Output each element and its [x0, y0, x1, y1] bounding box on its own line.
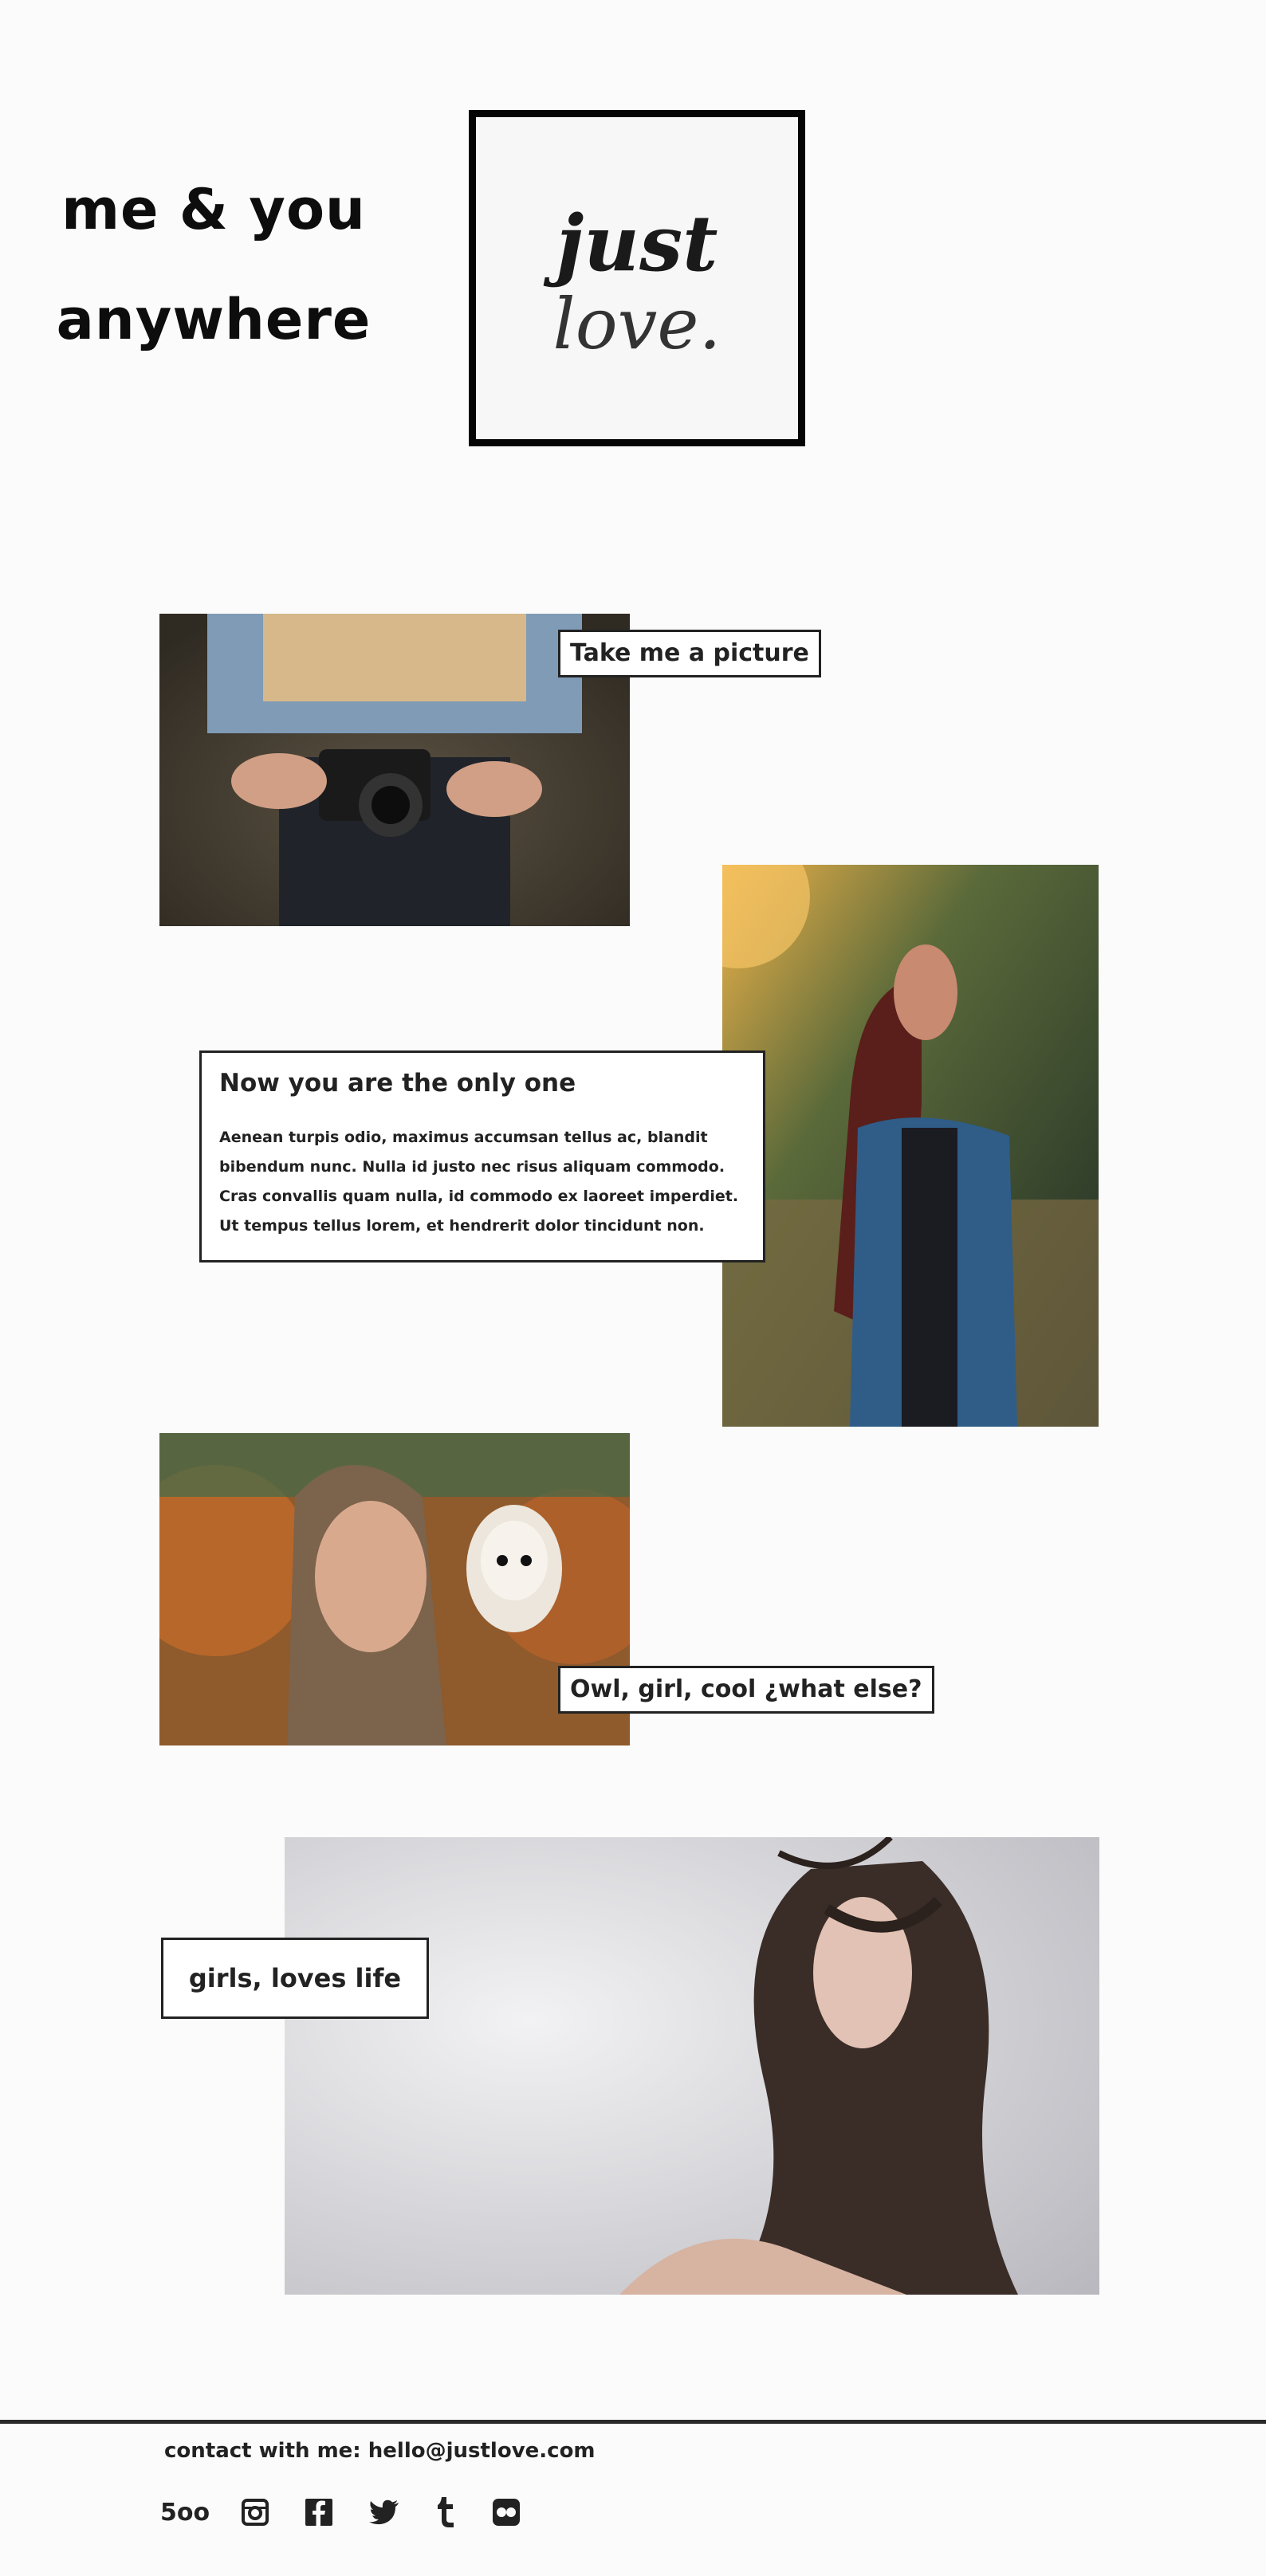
hero-title-line2: anywhere — [56, 287, 372, 352]
hero-title-line1: me & you — [61, 177, 366, 242]
photo-windblown — [285, 1837, 1099, 2295]
caption-owl: Owl, girl, cool ¿what else? — [558, 1666, 934, 1714]
photo-redhead — [722, 865, 1099, 1427]
tumblr-icon — [438, 2497, 454, 2527]
logo-word-just: just — [544, 198, 718, 289]
facebook-icon — [305, 2499, 332, 2526]
social-500px[interactable]: 5oo — [159, 2495, 210, 2530]
feature-title: Now you are the only one — [219, 1069, 576, 1098]
caption-girls-loves-life: girls, loves life — [161, 1938, 429, 2019]
social-flickr[interactable] — [492, 2495, 521, 2530]
twitter-icon — [369, 2499, 399, 2525]
contact-email-link[interactable]: hello@justlove.com — [368, 2439, 596, 2463]
logo-artwork: just love. — [544, 198, 721, 365]
feature-body: Aenean turpis odio, maximus accumsan tel… — [219, 1129, 739, 1235]
contact-label: contact with me: — [164, 2439, 361, 2463]
social-instagram[interactable] — [241, 2495, 269, 2530]
logo[interactable]: just love. — [469, 110, 805, 446]
social-tumblr[interactable] — [434, 2495, 458, 2530]
social-facebook[interactable] — [305, 2495, 333, 2530]
feature-textbox: Now you are the only one Aenean turpis o… — [199, 1050, 765, 1262]
social-twitter[interactable] — [368, 2495, 400, 2530]
instagram-icon — [242, 2499, 269, 2526]
contact-line: contact with me: hello@justlove.com — [164, 2439, 596, 2463]
flickr-icon — [493, 2499, 520, 2526]
footer-divider — [0, 2420, 1266, 2424]
500px-icon: 5oo — [159, 2498, 210, 2527]
logo-word-love: love. — [553, 283, 721, 365]
caption-take-picture: Take me a picture — [558, 630, 821, 677]
